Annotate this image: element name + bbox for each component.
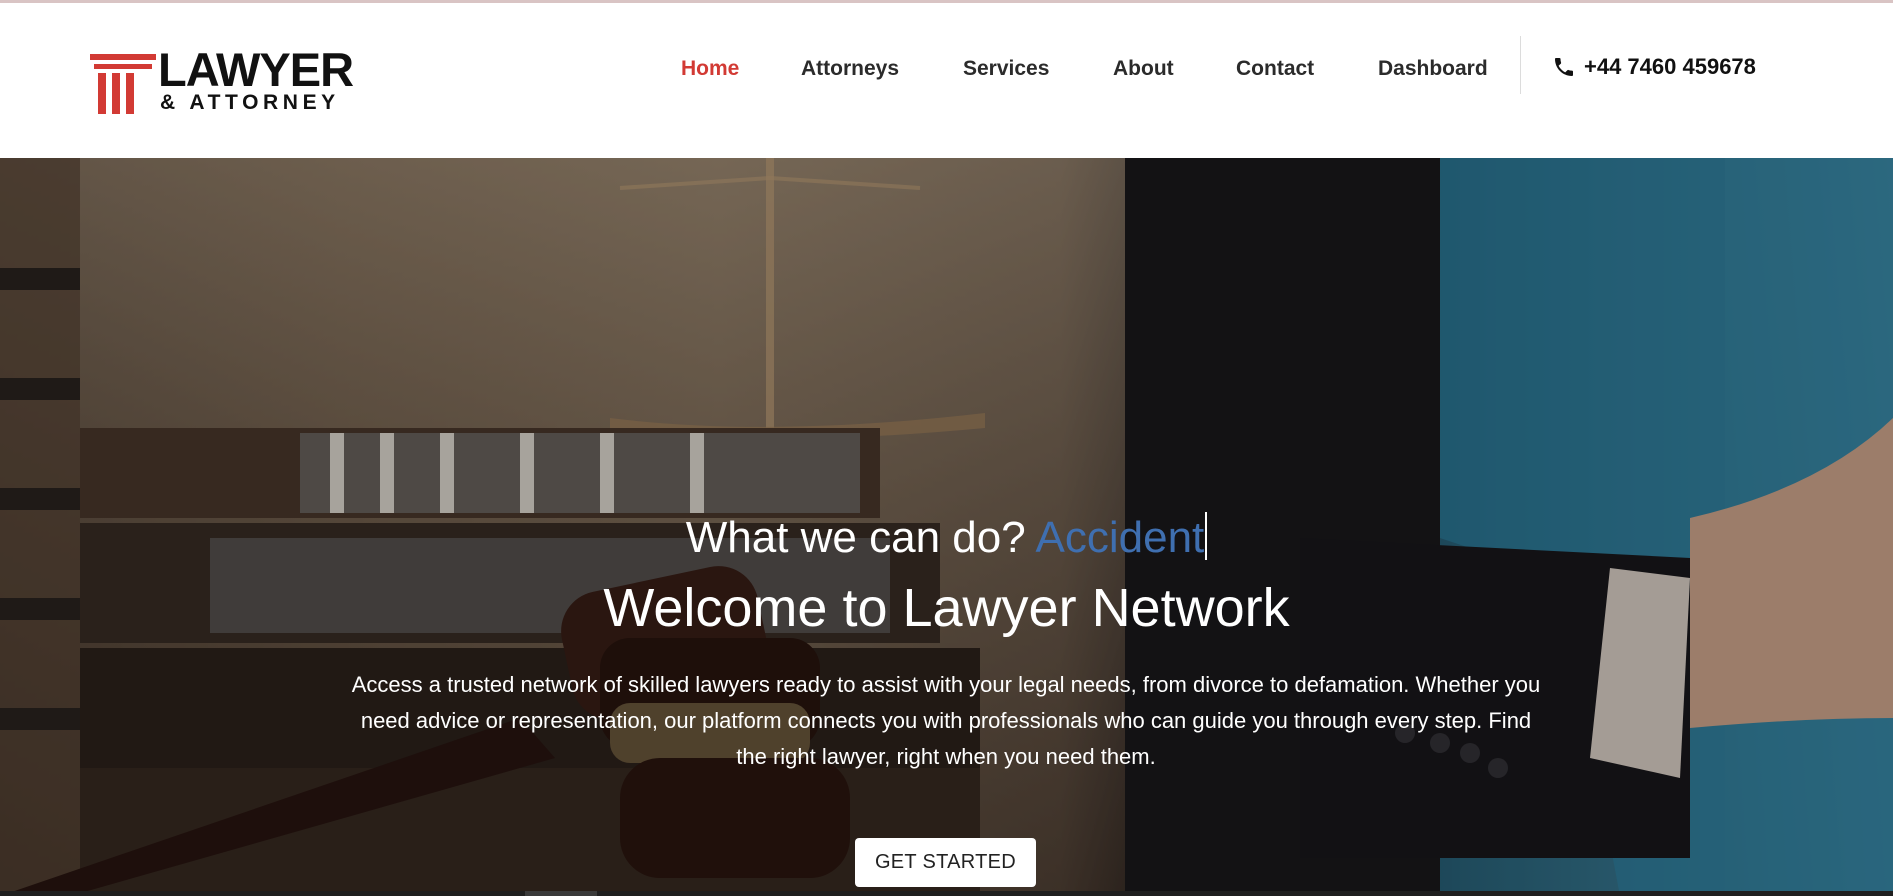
brand-name: LAWYER <box>158 43 354 96</box>
hero-kicker: What we can do? Accident <box>0 510 1893 566</box>
nav-attorneys[interactable]: Attorneys <box>801 54 899 84</box>
hero-content: What we can do? Accident Welcome to Lawy… <box>0 158 1893 896</box>
get-started-button[interactable]: GET STARTED <box>855 838 1036 887</box>
nav-about[interactable]: About <box>1113 54 1174 84</box>
hero-scroll-indicator[interactable] <box>525 891 597 896</box>
hero-section: What we can do? Accident Welcome to Lawy… <box>0 158 1893 896</box>
hero-title: Welcome to Lawyer Network <box>603 578 1290 638</box>
hero-bottom-strip <box>0 891 1893 896</box>
nav-services[interactable]: Services <box>963 54 1049 84</box>
phone-number: +44 7460 459678 <box>1584 54 1756 79</box>
hero-description: Access a trusted network of skilled lawy… <box>351 672 1541 769</box>
hero-kicker-text: What we can do? <box>685 513 1026 562</box>
phone-icon <box>1555 58 1573 76</box>
nav-contact[interactable]: Contact <box>1236 54 1314 84</box>
nav-dashboard[interactable]: Dashboard <box>1378 54 1488 84</box>
phone-link[interactable]: +44 7460 459678 <box>1552 52 1756 82</box>
hero-typed-word: Accident <box>1035 513 1205 562</box>
brand-logo[interactable]: LAWYER & ATTORNEY <box>90 43 354 118</box>
typing-caret <box>1205 512 1208 560</box>
site-header: LAWYER & ATTORNEY Home Attorneys Service… <box>0 3 1893 158</box>
nav-home[interactable]: Home <box>681 54 739 84</box>
brand-tagline: & ATTORNEY <box>160 91 340 114</box>
pillar-icon <box>90 54 156 114</box>
nav-divider <box>1520 36 1521 94</box>
